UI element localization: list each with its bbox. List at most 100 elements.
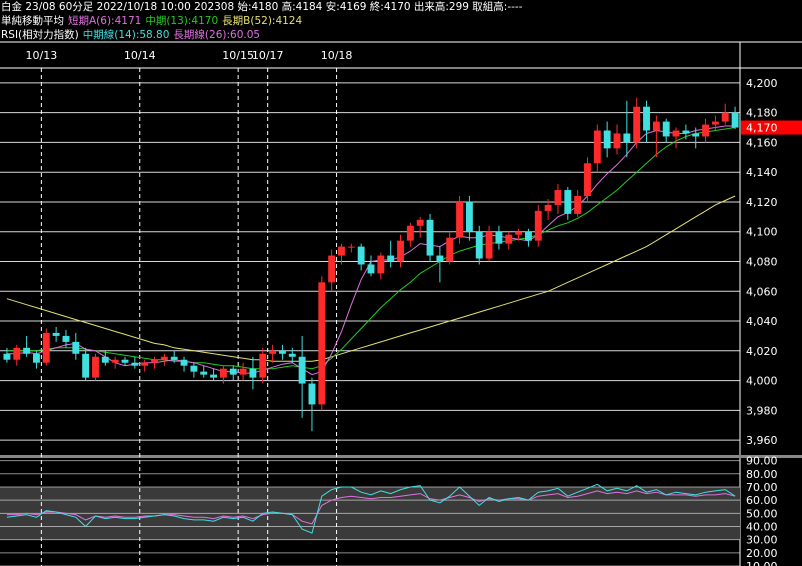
candle-body (151, 359, 158, 363)
date-label: 10/14 (124, 49, 156, 62)
ma-long-line (6, 195, 736, 362)
candle-body (62, 335, 70, 342)
candle-body (692, 133, 700, 137)
candlestick-chart[interactable]: 3,960 3,980 4,000 4,020 4,040 4,060 4,080 4,100… (0, 0, 802, 566)
candle-body (13, 347, 21, 360)
candle-body (269, 350, 277, 354)
panel-divider (0, 455, 802, 458)
candle-body (515, 231, 523, 235)
candle-body (338, 246, 345, 256)
date-label: 10/13 (26, 49, 58, 62)
candle-body (446, 237, 454, 262)
candle-body (456, 201, 464, 238)
date-label: 10/18 (321, 49, 353, 62)
candle-body (239, 368, 247, 375)
candle-body (682, 130, 690, 134)
rsi-tick-label: 70.00 (746, 481, 778, 494)
price-tick-label: 4,180 (746, 107, 778, 120)
date-label: 10/15 (222, 49, 254, 62)
rsi-tick-label: 60.00 (746, 494, 778, 507)
candle-body (721, 112, 729, 122)
candle-body (259, 353, 267, 378)
candle-body (219, 368, 227, 378)
candle-body (347, 246, 355, 248)
candle-body (574, 196, 582, 214)
candle-body (662, 121, 670, 137)
price-tick-label: 4,120 (746, 196, 778, 209)
candle-body (613, 133, 621, 149)
price-tick-label: 3,980 (746, 404, 778, 417)
ma-short-line (6, 125, 736, 376)
candle-body (249, 368, 257, 378)
price-tick-label: 4,020 (746, 345, 778, 358)
candle-body (23, 347, 31, 354)
candle-body (524, 231, 532, 241)
candle-body (495, 231, 503, 244)
candle-body (131, 362, 139, 366)
candle-body (160, 356, 168, 360)
candle-body (42, 332, 50, 363)
rsi-tick-label: 80.00 (746, 468, 778, 481)
candle-body (397, 240, 404, 262)
candle-body (200, 371, 208, 375)
candle-body (357, 246, 365, 265)
candle-body (278, 350, 286, 354)
candle-body (416, 219, 424, 226)
candle-body (731, 112, 739, 128)
price-tick-label: 4,200 (746, 77, 778, 90)
candle-body (534, 210, 542, 241)
rsi-tick-label: 40.00 (746, 520, 778, 533)
candle-body (52, 332, 60, 336)
last-price-label: 4,170 (746, 122, 778, 135)
rsi-tick-label: 10.00 (746, 560, 778, 566)
candle-body (328, 255, 336, 283)
candle-body (465, 201, 473, 232)
candle-body (436, 255, 444, 262)
candle-body (180, 359, 188, 366)
rsi-tick-label: 20.00 (746, 547, 778, 560)
candle-body (554, 190, 562, 205)
candle-body (485, 231, 493, 259)
rsi-tick-label: 30.00 (746, 534, 778, 547)
price-tick-label: 4,080 (746, 256, 778, 269)
price-tick-label: 4,060 (746, 285, 778, 298)
candle-body (82, 353, 90, 378)
candle-body (702, 124, 710, 137)
candle-body (190, 365, 198, 372)
candle-body (406, 225, 414, 241)
candle-body (308, 383, 316, 405)
candle-body (544, 204, 552, 211)
candle-body (318, 282, 326, 405)
candle-body (564, 190, 572, 214)
candle-body (633, 106, 641, 143)
candle-body (101, 356, 109, 363)
candle-body (367, 264, 375, 274)
candle-body (210, 374, 218, 378)
candle-body (170, 356, 178, 360)
candle-body (92, 356, 99, 378)
price-tick-label: 4,160 (746, 136, 778, 149)
candle-body (672, 130, 680, 137)
candle-body (603, 130, 611, 149)
candle-body (288, 353, 296, 357)
price-tick-label: 3,960 (746, 434, 778, 447)
rsi-tick-label: 90.00 (746, 455, 778, 468)
candle-body (3, 353, 11, 360)
price-tick-label: 4,100 (746, 226, 778, 239)
candle-body (387, 255, 395, 262)
candle-body (623, 133, 631, 143)
candle-body (711, 121, 719, 125)
price-tick-label: 4,140 (746, 166, 778, 179)
candle-body (652, 121, 660, 131)
ma-mid-line (6, 127, 736, 370)
candle-body (298, 356, 306, 384)
candle-body (72, 341, 80, 354)
candle-body (505, 234, 513, 244)
candle-body (111, 359, 119, 363)
candle-body (141, 362, 149, 366)
candle-body (229, 368, 237, 375)
candle-body (377, 255, 385, 274)
candle-body (32, 353, 40, 363)
candle-body (121, 359, 129, 363)
candle-body (643, 106, 650, 131)
